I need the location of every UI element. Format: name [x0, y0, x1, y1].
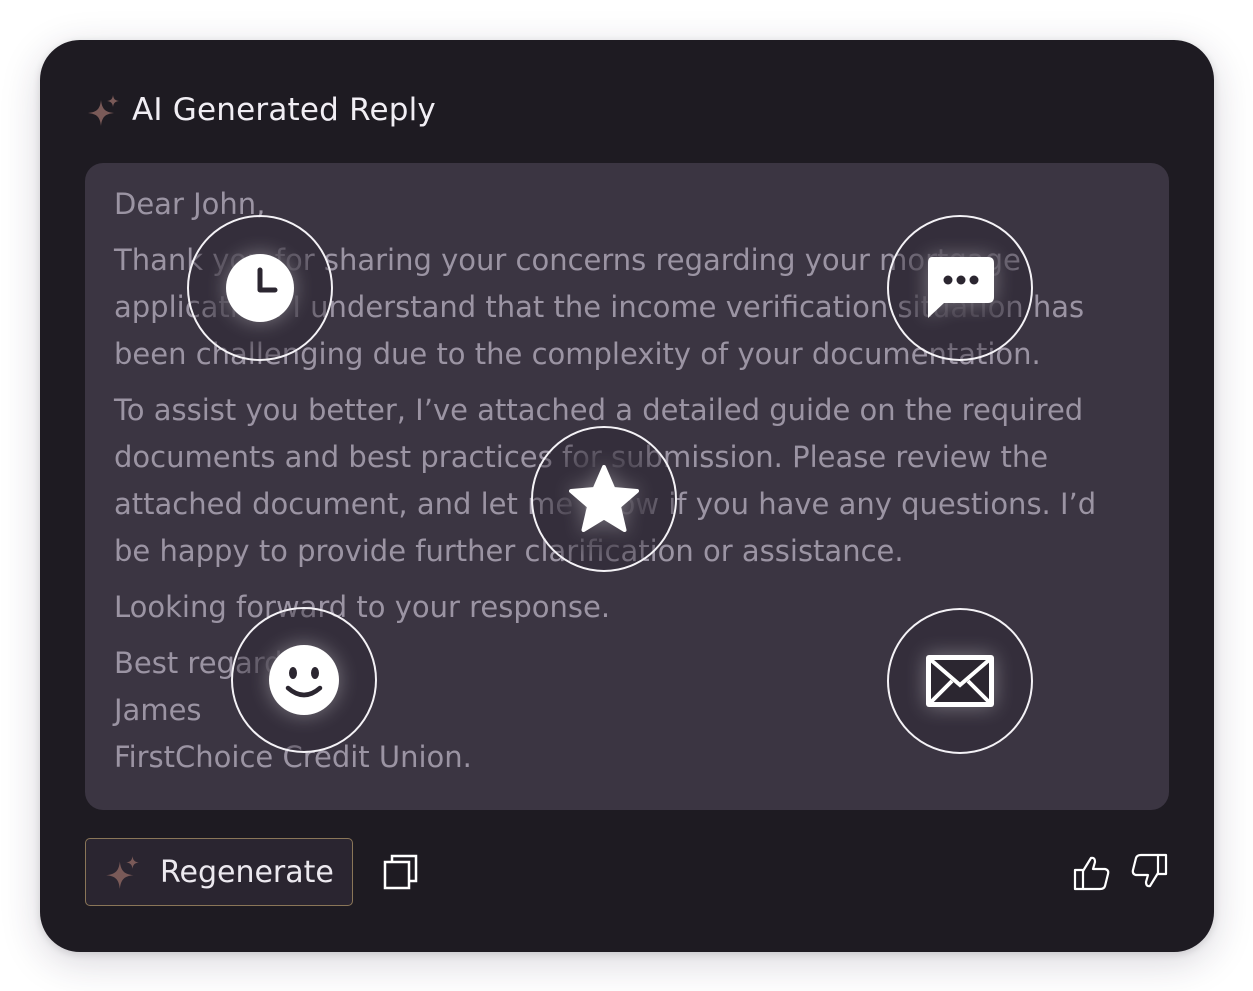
card-title: AI Generated Reply [132, 92, 436, 128]
regenerate-button[interactable]: Regenerate [85, 838, 353, 906]
card-header: AI Generated Reply [86, 88, 436, 132]
sparkle-icon [86, 92, 122, 128]
sparkle-icon [104, 853, 142, 891]
ai-reply-card: AI Generated Reply Dear John, Thank you … [40, 40, 1214, 952]
smiley-icon [231, 607, 377, 753]
chat-bubble-icon [887, 215, 1033, 361]
copy-icon[interactable] [383, 854, 419, 890]
thumbs-up-icon[interactable] [1073, 855, 1111, 891]
card-footer: Regenerate [85, 838, 1169, 906]
envelope-icon [887, 608, 1033, 754]
regenerate-label: Regenerate [160, 854, 334, 890]
thumbs-down-icon[interactable] [1130, 853, 1168, 889]
star-icon [531, 426, 677, 572]
clock-icon [187, 215, 333, 361]
reply-text-box[interactable]: Dear John, Thank you for sharing your co… [85, 163, 1169, 810]
